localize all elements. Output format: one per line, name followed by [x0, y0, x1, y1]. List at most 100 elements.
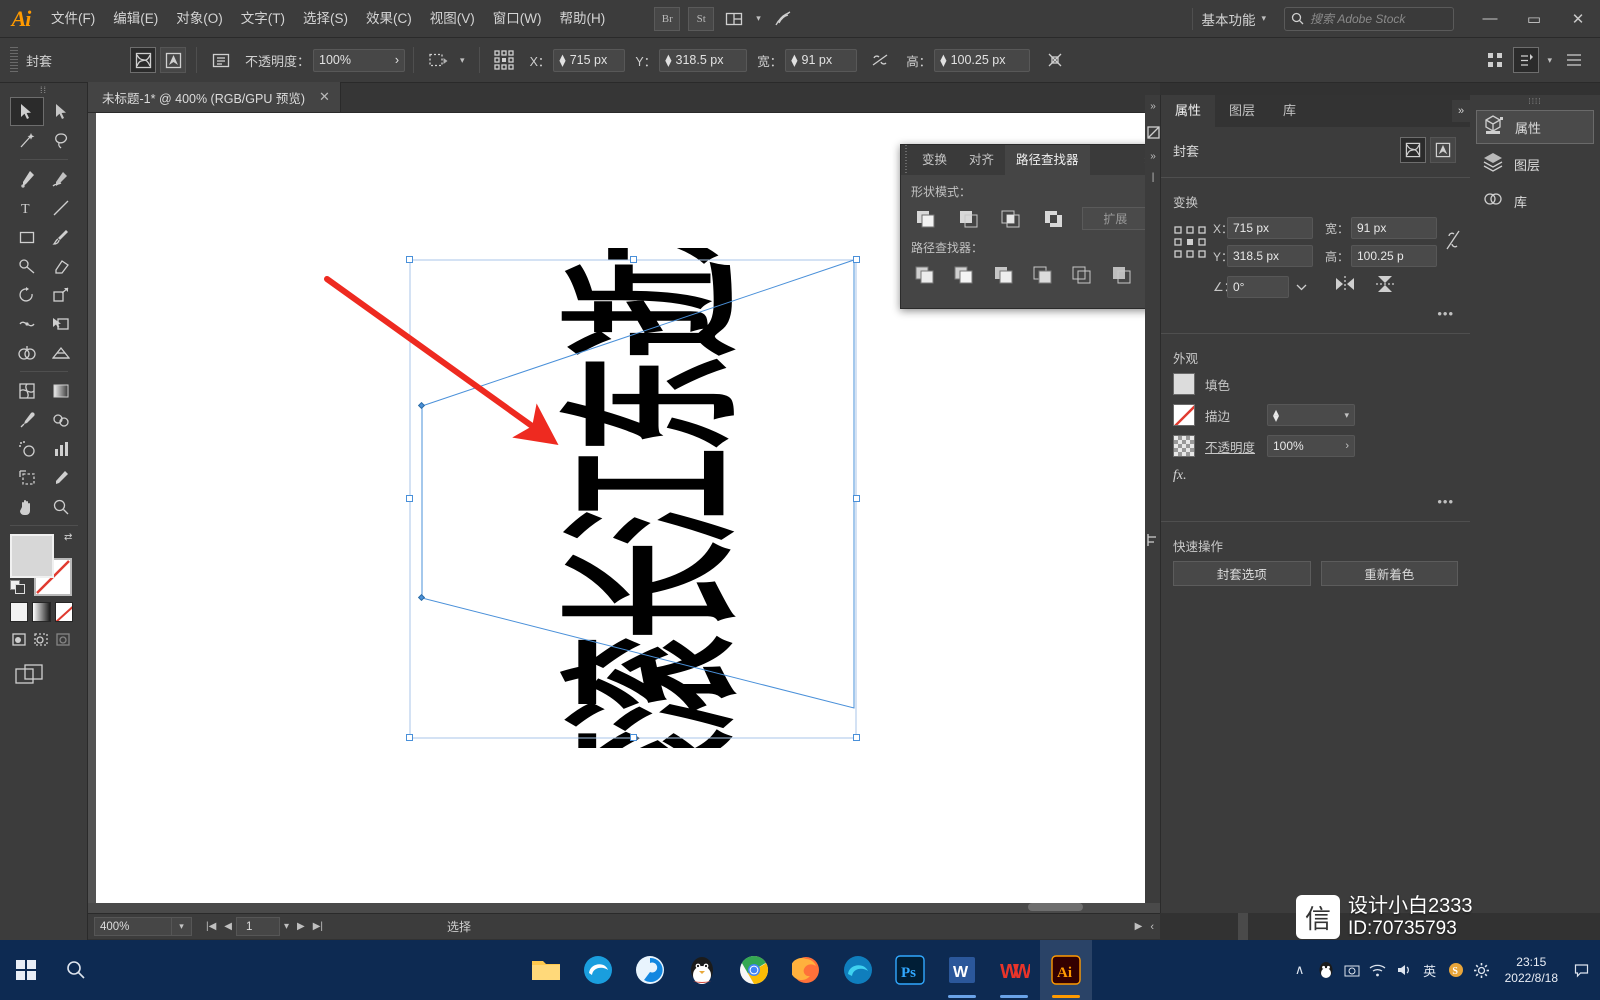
merge-button[interactable] — [990, 262, 1018, 287]
bbox-handle-bl[interactable] — [406, 734, 413, 741]
pathfinder-grip[interactable] — [901, 145, 911, 175]
status-play-icon[interactable]: ▶ — [1135, 921, 1143, 932]
taskbar-app-chrome[interactable] — [728, 940, 780, 1000]
tray-expand-icon[interactable]: ∧ — [1287, 940, 1313, 1000]
reference-point-icon[interactable] — [491, 47, 517, 73]
taskbar-app-qq[interactable] — [676, 940, 728, 1000]
tool-zoom[interactable] — [44, 492, 78, 521]
taskbar-app-qq-browser[interactable] — [624, 940, 676, 1000]
stroke-weight-input[interactable]: ▴ ▾ ▾ — [1267, 404, 1355, 426]
tab-align[interactable]: 对齐 — [958, 145, 1005, 175]
properties-panel-toggle[interactable] — [1513, 47, 1540, 73]
bbox-handle-bc[interactable] — [630, 734, 637, 741]
tool-line-segment[interactable] — [44, 193, 78, 222]
menu-window[interactable]: 窗口(W) — [484, 0, 551, 38]
tool-rectangle[interactable] — [10, 222, 44, 251]
x-stepper-icon[interactable]: ▴ ▾ — [559, 51, 565, 70]
taskbar-app-edge[interactable] — [832, 940, 884, 1000]
color-button[interactable] — [10, 602, 29, 622]
last-artboard-icon[interactable]: ▶| — [309, 921, 327, 932]
workspace-chevron-down-icon[interactable]: ▾ — [1261, 13, 1266, 24]
recolor-button[interactable]: 重新着色 — [1320, 561, 1458, 586]
draw-normal-icon[interactable] — [10, 630, 29, 650]
workspace-label[interactable]: 基本功能 — [1201, 9, 1255, 29]
taskbar-app-word[interactable]: W — [936, 940, 988, 1000]
tray-settings-gear-icon[interactable] — [1469, 940, 1495, 1000]
none-button[interactable] — [54, 602, 73, 622]
panel-menu-icon[interactable] — [1561, 47, 1587, 73]
tool-selection[interactable] — [10, 97, 44, 126]
edit-envelope-button-panel[interactable] — [1400, 137, 1426, 163]
tool-rotate[interactable] — [10, 280, 44, 309]
stub-bar-icon[interactable]: | — [1145, 172, 1161, 183]
zoom-level-input[interactable]: 400% — [94, 917, 172, 936]
divide-button[interactable] — [911, 262, 939, 287]
panel-height-input[interactable]: 100.25 p — [1351, 245, 1437, 267]
gradient-button[interactable] — [32, 602, 51, 622]
selection-chevron-down-icon[interactable]: ▾ — [460, 55, 465, 66]
opacity-checker-swatch[interactable] — [1173, 435, 1195, 457]
angle-input[interactable]: 0° — [1227, 275, 1289, 298]
bbox-handle-br[interactable] — [853, 734, 860, 741]
tool-shaper[interactable] — [10, 251, 44, 280]
dock-item-libraries[interactable]: 库 — [1476, 184, 1594, 218]
transform-more-icon[interactable] — [1042, 47, 1068, 73]
taskbar-clock[interactable]: 23:15 2022/8/18 — [1495, 940, 1568, 1000]
stock-button[interactable]: St — [688, 6, 715, 31]
intersect-button[interactable] — [996, 206, 1026, 231]
taskbar-search-button[interactable] — [52, 940, 100, 1000]
tool-column-graph[interactable] — [44, 434, 78, 463]
y-input[interactable]: ▴ ▾ 318.5 px — [659, 48, 748, 72]
taskbar-app-file-explorer[interactable] — [520, 940, 572, 1000]
outline-button[interactable] — [1068, 262, 1096, 287]
tool-shape-builder[interactable] — [10, 338, 44, 367]
taskbar-app-edge-legacy[interactable] — [572, 940, 624, 1000]
stub-align-icon[interactable] — [1145, 533, 1161, 547]
opacity-chevron-icon[interactable]: › — [395, 53, 399, 67]
tab-transform[interactable]: 变换 — [911, 145, 958, 175]
flip-horizontal-icon[interactable] — [1335, 275, 1355, 298]
exclude-button[interactable] — [1039, 206, 1069, 231]
document-tab-close-icon[interactable]: ✕ — [319, 89, 330, 105]
menu-help[interactable]: 帮助(H) — [550, 0, 614, 38]
dock-grip[interactable]: ⁞⁞⁞⁞ — [1470, 95, 1600, 107]
window-minimize-button[interactable]: — — [1468, 0, 1512, 38]
width-input[interactable]: ▴ ▾ 91 px — [785, 48, 858, 72]
height-stepper-icon[interactable]: ▴ ▾ — [940, 51, 946, 70]
taskbar-app-photoshop[interactable]: Ps — [884, 940, 936, 1000]
tray-network-icon[interactable] — [1365, 940, 1391, 1000]
swap-fill-stroke-icon[interactable]: ⇄ — [64, 532, 78, 546]
control-bar-grip[interactable] — [10, 47, 18, 73]
edit-contents-button-panel[interactable] — [1430, 137, 1456, 163]
unite-button[interactable] — [911, 206, 941, 231]
taskbar-app-wps[interactable]: WW — [988, 940, 1040, 1000]
canvas-horizontal-scrollbar[interactable] — [88, 903, 1160, 913]
draw-inside-icon[interactable] — [55, 630, 74, 650]
tray-qq-icon[interactable] — [1313, 940, 1339, 1000]
document-setup-icon[interactable] — [208, 47, 234, 73]
dock-item-layers[interactable]: 图层 — [1476, 147, 1594, 181]
transform-more-options[interactable]: ••• — [1161, 306, 1470, 327]
tool-blend[interactable] — [44, 405, 78, 434]
panel-lock-proportions-icon[interactable] — [1445, 227, 1461, 258]
tool-paintbrush[interactable] — [44, 222, 78, 251]
dock-collapse-button[interactable]: » — [1452, 100, 1470, 122]
height-input[interactable]: ▴ ▾ 100.25 px — [934, 48, 1031, 72]
taskbar-app-illustrator[interactable]: Ai — [1040, 940, 1092, 1000]
tray-volume-icon[interactable] — [1391, 940, 1417, 1000]
menu-select[interactable]: 选择(S) — [294, 0, 357, 38]
menu-object[interactable]: 对象(O) — [167, 0, 232, 38]
lock-proportions-icon[interactable] — [867, 47, 893, 73]
tool-artboard[interactable] — [10, 463, 44, 492]
tool-eyedropper[interactable] — [10, 405, 44, 434]
tool-width[interactable] — [10, 309, 44, 338]
fill-color-swatch[interactable] — [1173, 373, 1195, 395]
tray-screenshot-icon[interactable] — [1339, 940, 1365, 1000]
x-input[interactable]: ▴ ▾ 715 px — [553, 48, 626, 72]
stub-chevron-icon[interactable]: » — [1145, 101, 1161, 112]
stub-swatch-icon[interactable] — [1145, 126, 1161, 139]
envelope-options-button[interactable]: 封套选项 — [1173, 561, 1311, 586]
first-artboard-icon[interactable]: |◀ — [202, 921, 220, 932]
tray-notifications-icon[interactable] — [1568, 940, 1594, 1000]
reference-point-selector[interactable] — [1173, 225, 1207, 259]
